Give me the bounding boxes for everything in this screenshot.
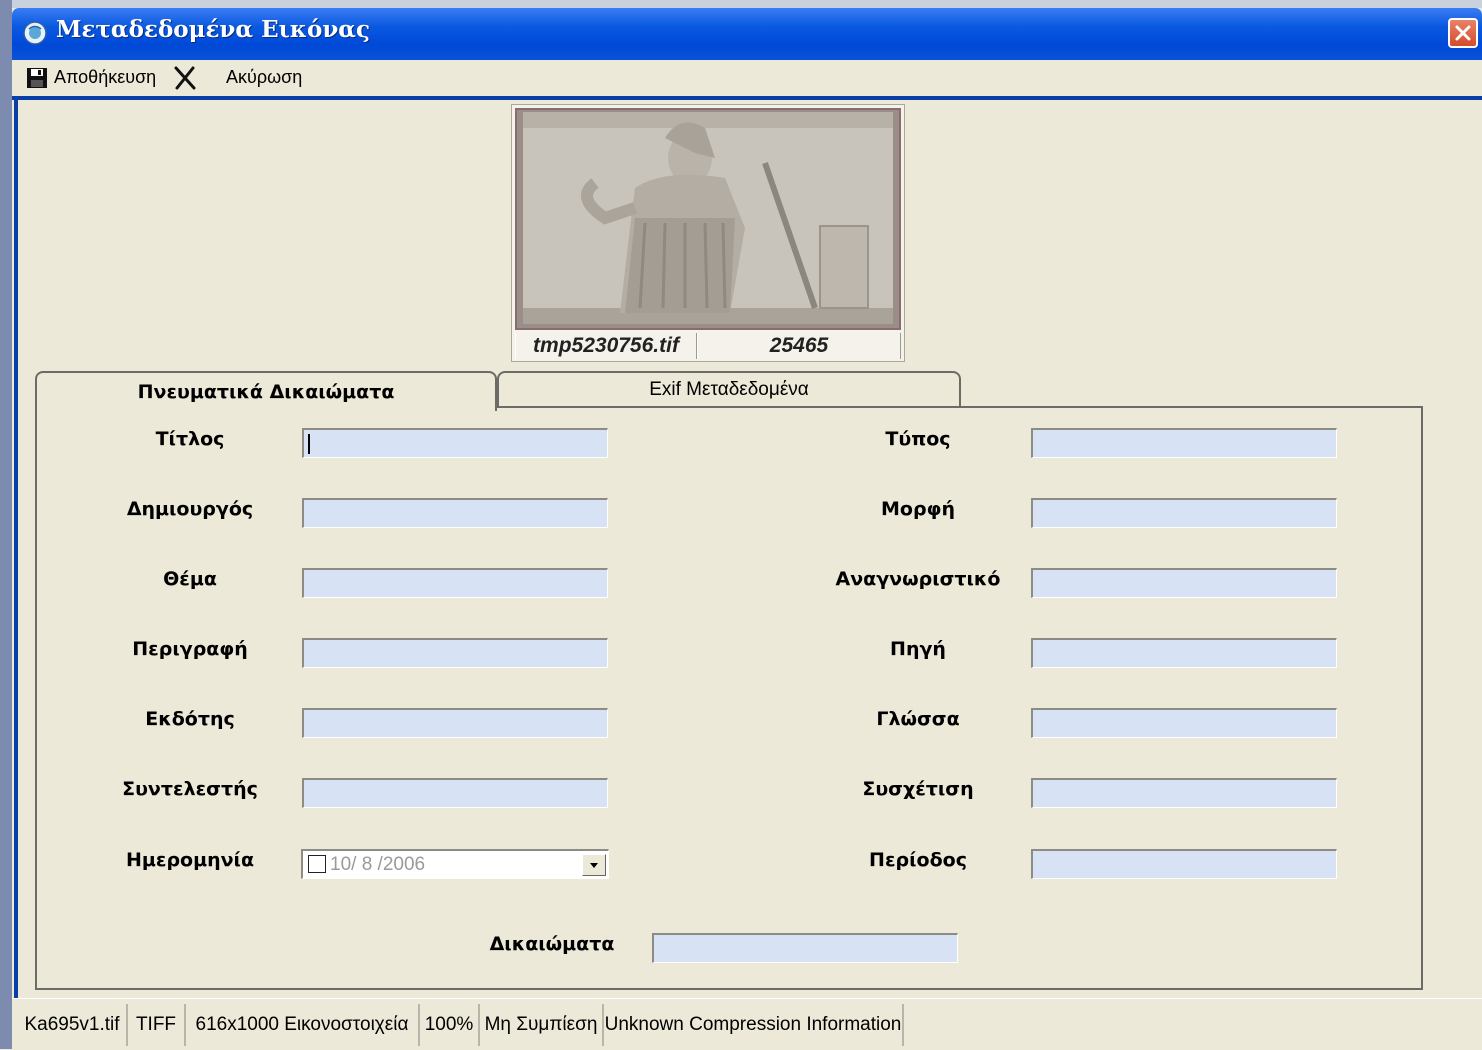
image-preview: tmp5230756.tif 25465 [511, 104, 905, 362]
status-zoom: 100% [420, 1004, 480, 1046]
rights-input[interactable] [652, 933, 958, 963]
text-caret [308, 434, 310, 454]
save-button[interactable]: Αποθήκευση [54, 67, 156, 88]
content-border [14, 100, 18, 1000]
cancel-button[interactable]: Ακύρωση [226, 67, 302, 88]
creator-input[interactable] [302, 498, 608, 528]
image-caption: tmp5230756.tif 25465 [515, 333, 901, 359]
date-checkbox[interactable] [308, 855, 326, 873]
source-label: Πηγή [890, 638, 946, 660]
title-input[interactable] [302, 428, 608, 458]
window-top-edge [12, 0, 1482, 8]
chevron-down-icon [590, 863, 598, 868]
cancel-x-icon[interactable] [172, 65, 198, 91]
format-label: Μορφή [881, 498, 955, 520]
format-input[interactable] [1031, 498, 1337, 528]
tab-copyright-label: Πνευματικά Δικαιώματα [137, 381, 395, 403]
title-bar[interactable]: Μεταδεδομένα Εικόνας [12, 8, 1482, 60]
date-dropdown-button[interactable] [582, 854, 606, 876]
description-input[interactable] [302, 638, 608, 668]
identifier-label: Αναγνωριστικό [835, 568, 1001, 590]
close-icon [1455, 25, 1471, 41]
status-compression-info: Unknown Compression Information [604, 1004, 904, 1046]
date-label: Ημερομηνία [125, 849, 255, 871]
close-button[interactable] [1448, 18, 1478, 48]
status-compression: Μη Συμπίεση [480, 1004, 604, 1046]
title-label: Τίτλος [155, 428, 225, 450]
image-id: 25465 [697, 333, 901, 359]
date-picker[interactable]: 10/ 8 /2006 [301, 849, 609, 879]
subject-label: Θέμα [163, 568, 217, 590]
toolbar-separator [12, 96, 1482, 100]
coverage-label: Περίοδος [869, 849, 967, 871]
description-label: Περιγραφή [132, 638, 248, 660]
contributor-label: Συντελεστής [122, 778, 258, 800]
status-format: TIFF [128, 1004, 186, 1046]
status-bar: Ka695v1.tif TIFF 616x1000 Εικονοστοιχεία… [12, 998, 1482, 1050]
toolbar: Αποθήκευση Ακύρωση [12, 60, 1482, 96]
language-label: Γλώσσα [876, 708, 960, 730]
rights-label: Δικαιώματα [489, 933, 615, 955]
language-input[interactable] [1031, 708, 1337, 738]
date-value: 10/ 8 /2006 [330, 854, 426, 875]
publisher-label: Εκδότης [145, 708, 235, 730]
creator-label: Δημιουργός [126, 498, 254, 520]
image-filename: tmp5230756.tif [515, 333, 697, 359]
tab-panel [35, 406, 1423, 990]
source-input[interactable] [1031, 638, 1337, 668]
publisher-input[interactable] [302, 708, 608, 738]
tab-exif[interactable]: Exif Μεταδεδομένα [497, 371, 961, 408]
floppy-disk-icon[interactable] [26, 67, 48, 89]
subject-input[interactable] [302, 568, 608, 598]
relation-label: Συσχέτιση [862, 778, 974, 800]
relation-input[interactable] [1031, 778, 1337, 808]
type-input[interactable] [1031, 428, 1337, 458]
coverage-input[interactable] [1031, 849, 1337, 879]
status-dimensions: 616x1000 Εικονοστοιχεία [186, 1004, 420, 1046]
app-icon [23, 21, 47, 45]
type-label: Τύπος [885, 428, 951, 450]
tab-exif-label: Exif Μεταδεδομένα [649, 379, 809, 400]
status-filename: Ka695v1.tif [18, 1004, 128, 1046]
desktop-edge [0, 0, 12, 1049]
identifier-input[interactable] [1031, 568, 1337, 598]
image-thumbnail [515, 108, 901, 330]
window-title: Μεταδεδομένα Εικόνας [56, 16, 371, 43]
contributor-input[interactable] [302, 778, 608, 808]
tab-copyright[interactable]: Πνευματικά Δικαιώματα [35, 371, 497, 411]
